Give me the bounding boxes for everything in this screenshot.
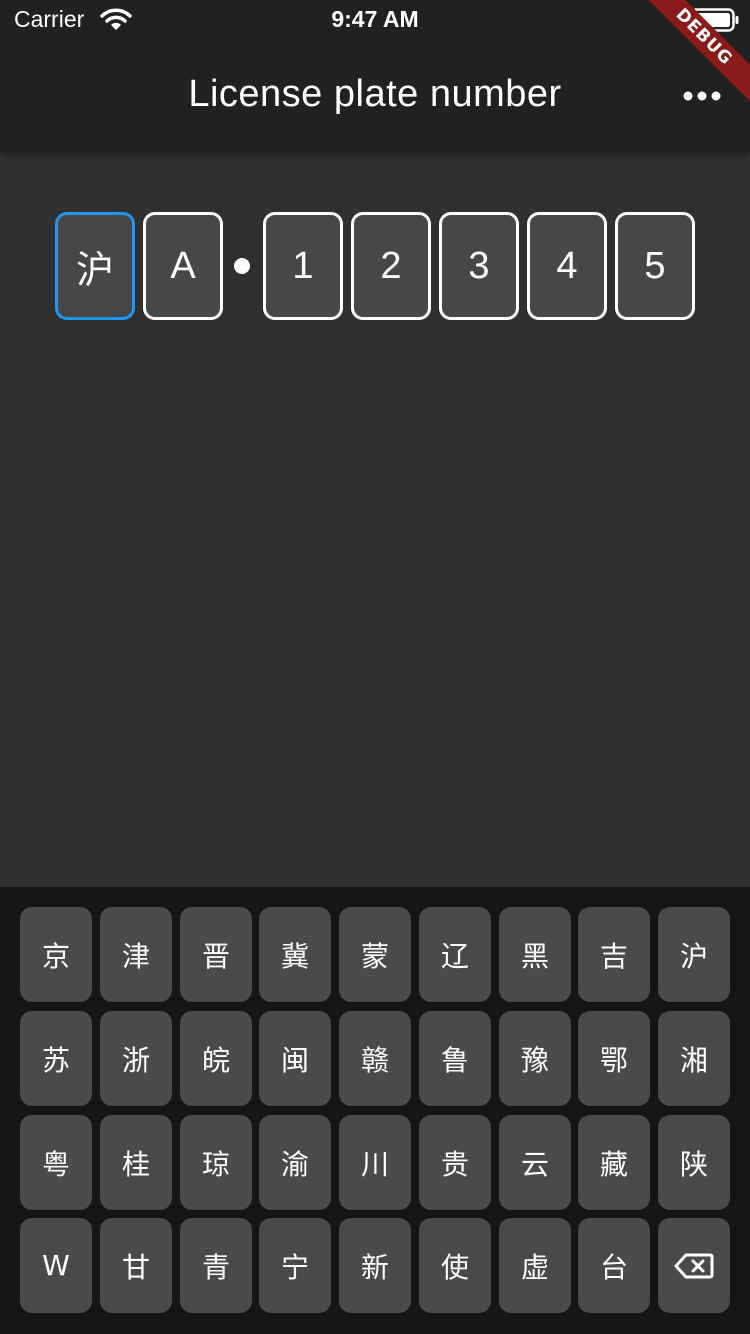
plate-cell-digit[interactable]: 2: [351, 212, 431, 320]
key[interactable]: 藏: [578, 1115, 650, 1210]
key[interactable]: 渝: [259, 1115, 331, 1210]
key[interactable]: 浙: [100, 1011, 172, 1106]
key[interactable]: 陕: [658, 1115, 730, 1210]
key[interactable]: 黑: [499, 907, 571, 1002]
plate-cell-digit[interactable]: 5: [615, 212, 695, 320]
plate-separator-dot: [234, 258, 250, 274]
key[interactable]: 桂: [100, 1115, 172, 1210]
key[interactable]: 吉: [578, 907, 650, 1002]
key[interactable]: W: [20, 1218, 92, 1313]
status-bar: Carrier 9:47 AM: [0, 0, 750, 40]
key[interactable]: 虚: [499, 1218, 571, 1313]
key[interactable]: 台: [578, 1218, 650, 1313]
key[interactable]: 闽: [259, 1011, 331, 1106]
key[interactable]: 川: [339, 1115, 411, 1210]
key[interactable]: 津: [100, 907, 172, 1002]
key[interactable]: 赣: [339, 1011, 411, 1106]
plate-cell-digit[interactable]: 3: [439, 212, 519, 320]
key[interactable]: 粤: [20, 1115, 92, 1210]
key[interactable]: 晋: [180, 907, 252, 1002]
key[interactable]: 湘: [658, 1011, 730, 1106]
key[interactable]: 鲁: [419, 1011, 491, 1106]
key[interactable]: 琼: [180, 1115, 252, 1210]
key[interactable]: 云: [499, 1115, 571, 1210]
province-keyboard: 京 津 晋 冀 蒙 辽 黑 吉 沪 苏 浙 皖 闽 赣 鲁 豫 鄂 湘 粤 桂 …: [0, 887, 750, 1334]
plate-cell-province[interactable]: 沪: [55, 212, 135, 320]
key[interactable]: 苏: [20, 1011, 92, 1106]
key[interactable]: 沪: [658, 907, 730, 1002]
key[interactable]: 青: [180, 1218, 252, 1313]
key[interactable]: 鄂: [578, 1011, 650, 1106]
key[interactable]: 贵: [419, 1115, 491, 1210]
page-title: License plate number: [188, 73, 562, 115]
plate-cell-letter[interactable]: A: [143, 212, 223, 320]
plate-cell-digit[interactable]: 1: [263, 212, 343, 320]
more-horiz-icon: [683, 91, 721, 101]
key[interactable]: 豫: [499, 1011, 571, 1106]
key[interactable]: 新: [339, 1218, 411, 1313]
key[interactable]: 使: [419, 1218, 491, 1313]
battery-icon: [690, 8, 740, 36]
plate-input-row: 沪 A 1 2 3 4 5: [0, 212, 750, 320]
clock: 9:47 AM: [331, 6, 419, 32]
key[interactable]: 皖: [180, 1011, 252, 1106]
key[interactable]: 辽: [419, 907, 491, 1002]
delete-key[interactable]: [658, 1218, 730, 1313]
app-bar: License plate number: [0, 40, 750, 152]
key[interactable]: 蒙: [339, 907, 411, 1002]
key[interactable]: 冀: [259, 907, 331, 1002]
backspace-icon: [674, 1253, 714, 1278]
key[interactable]: 甘: [100, 1218, 172, 1313]
key[interactable]: 京: [20, 907, 92, 1002]
more-options-button[interactable]: [676, 76, 728, 116]
key[interactable]: 宁: [259, 1218, 331, 1313]
plate-cell-digit[interactable]: 4: [527, 212, 607, 320]
